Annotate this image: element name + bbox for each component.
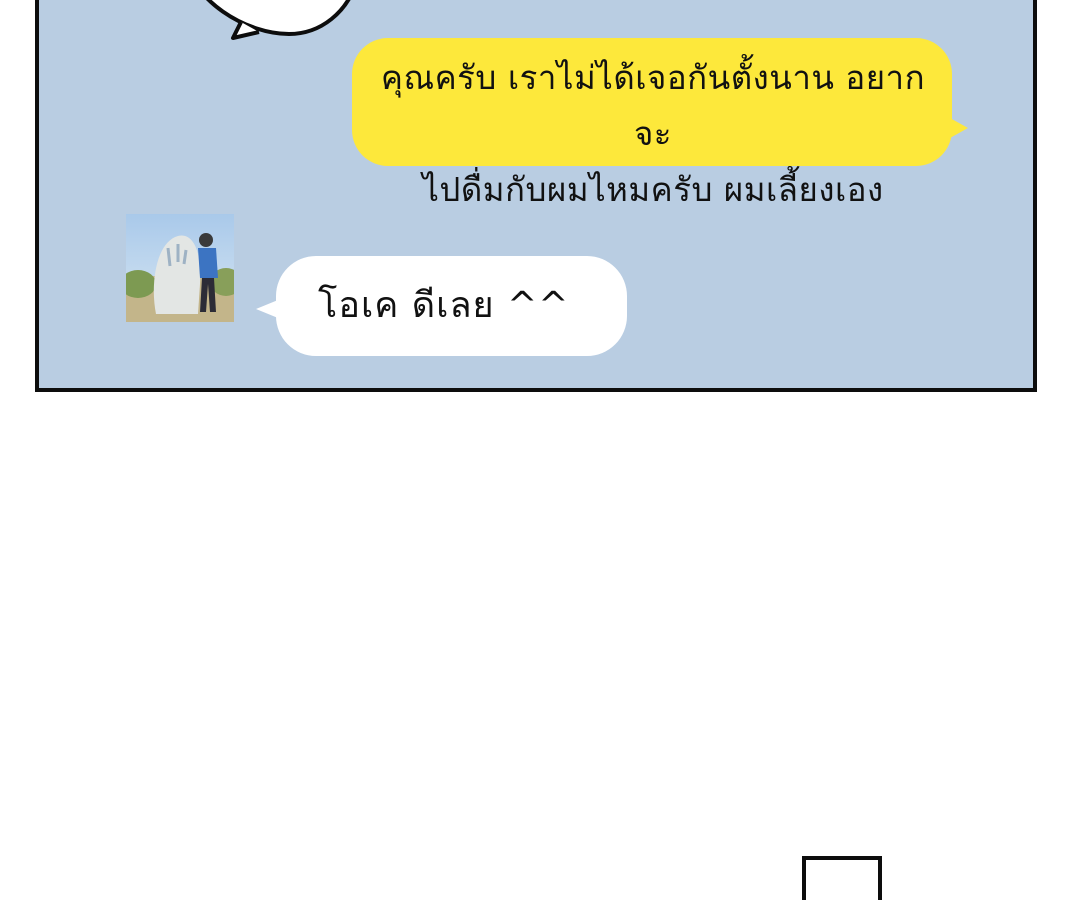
outgoing-message-line-1: คุณครับ เราไม่ได้เจอกันตั้งนาน อยากจะ bbox=[380, 58, 926, 153]
comic-page: คุณครับ เราไม่ได้เจอกันตั้งนาน อยากจะ ไป… bbox=[0, 0, 1080, 900]
avatar[interactable] bbox=[126, 214, 234, 322]
avatar-photo-icon bbox=[126, 214, 234, 322]
chat-panel: คุณครับ เราไม่ได้เจอกันตั้งนาน อยากจะ ไป… bbox=[35, 0, 1037, 392]
speech-bubble-top bbox=[206, 0, 351, 40]
next-panel-frame bbox=[802, 856, 882, 900]
bubble-tail bbox=[950, 118, 968, 138]
incoming-message-text: โอเค ดีเลย ^^ bbox=[318, 285, 570, 326]
outgoing-message-line-2: ไปดื่มกับผมไหมครับ ผมเลี้ยงเอง bbox=[422, 170, 884, 209]
bubble-tail bbox=[256, 300, 278, 318]
incoming-message-bubble: โอเค ดีเลย ^^ bbox=[256, 256, 627, 356]
outgoing-message-bubble: คุณครับ เราไม่ได้เจอกันตั้งนาน อยากจะ ไป… bbox=[352, 38, 968, 209]
